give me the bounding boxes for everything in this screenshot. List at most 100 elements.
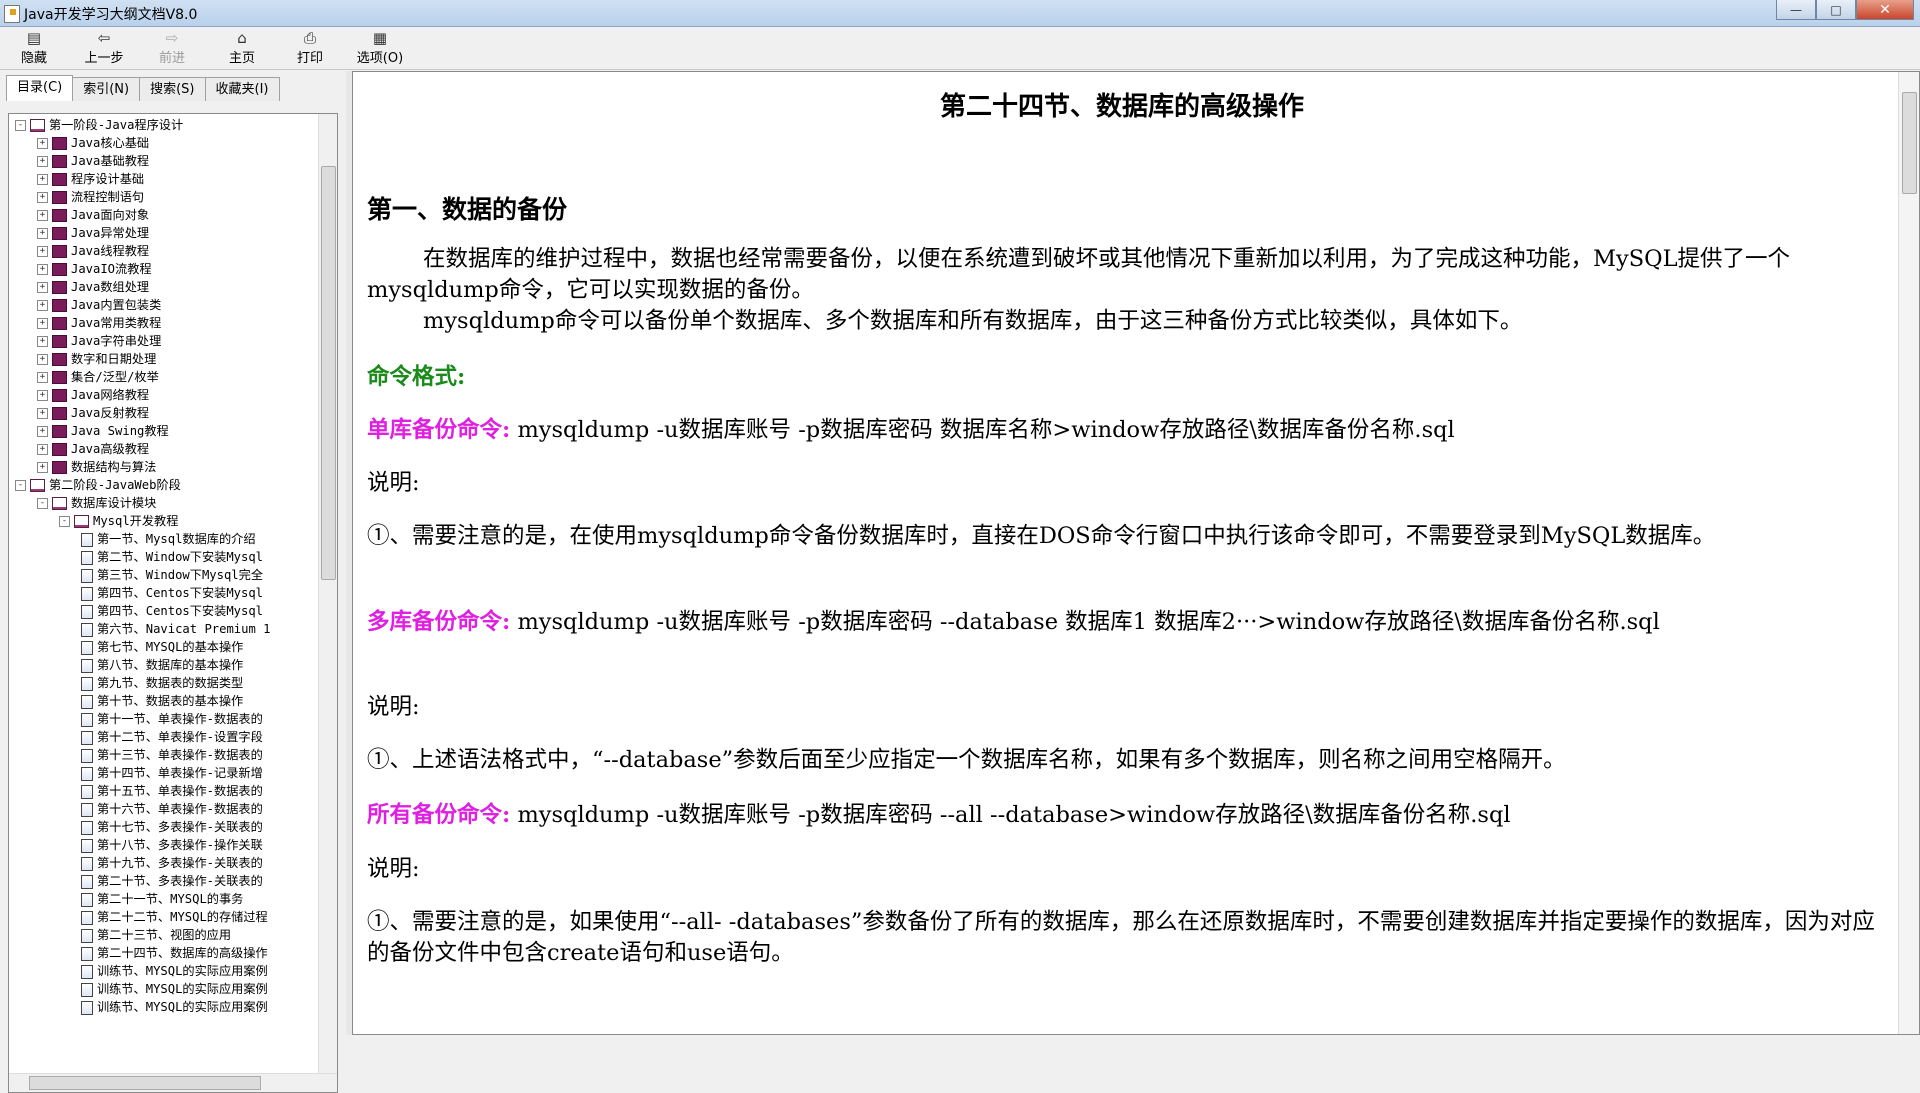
tree-item[interactable]: - 数据库设计模块 bbox=[9, 494, 319, 512]
tree-item[interactable]: + 流程控制语句 bbox=[9, 188, 319, 206]
tree-item[interactable]: + Java高级教程 bbox=[9, 440, 319, 458]
content-scroll-thumb[interactable] bbox=[1902, 92, 1917, 194]
expand-icon[interactable]: + bbox=[37, 444, 48, 455]
minimize-button[interactable]: — bbox=[1776, 0, 1816, 20]
tree-item[interactable]: + Java常用类教程 bbox=[9, 314, 319, 332]
tree-item[interactable]: 第四节、Centos下安装Mysql bbox=[9, 602, 319, 620]
tree-item[interactable]: 第二十三节、视图的应用 bbox=[9, 926, 319, 944]
page-icon bbox=[81, 694, 93, 709]
expand-icon[interactable]: + bbox=[37, 300, 48, 311]
tree-item[interactable]: 第二节、Window下安装Mysql bbox=[9, 548, 319, 566]
tree-item[interactable]: + Java线程教程 bbox=[9, 242, 319, 260]
expand-icon[interactable]: + bbox=[37, 372, 48, 383]
collapse-icon[interactable]: - bbox=[37, 498, 48, 509]
expand-icon[interactable]: + bbox=[37, 408, 48, 419]
tree-vertical-scrollbar[interactable] bbox=[318, 114, 337, 1092]
print-button[interactable]: ⎙ 打印 bbox=[278, 29, 342, 67]
tree-hscroll-thumb[interactable] bbox=[29, 1076, 261, 1090]
tree-item[interactable]: 第二十节、多表操作-关联表的 bbox=[9, 872, 319, 890]
tree-item[interactable]: + Java异常处理 bbox=[9, 224, 319, 242]
home-button[interactable]: ⌂ 主页 bbox=[210, 29, 274, 67]
tree-item-label: 集合/泛型/枚举 bbox=[71, 370, 159, 384]
tree-item[interactable]: 第八节、数据库的基本操作 bbox=[9, 656, 319, 674]
tree-item[interactable]: + 集合/泛型/枚举 bbox=[9, 368, 319, 386]
options-button[interactable]: ▦ 选项(O) bbox=[348, 29, 412, 67]
tree-item[interactable]: 第二十四节、数据库的高级操作 bbox=[9, 944, 319, 962]
tree-item-label: 数字和日期处理 bbox=[71, 352, 157, 366]
tree-item[interactable]: 第十六节、单表操作-数据表的 bbox=[9, 800, 319, 818]
tree-item[interactable]: 第十二节、单表操作-设置字段 bbox=[9, 728, 319, 746]
expand-icon[interactable]: + bbox=[37, 174, 48, 185]
page-icon bbox=[81, 640, 93, 655]
expand-icon[interactable]: + bbox=[37, 282, 48, 293]
tree-item[interactable]: 第七节、MYSQL的基本操作 bbox=[9, 638, 319, 656]
hide-button[interactable]: ▤ 隐藏 bbox=[2, 29, 66, 67]
tab-contents[interactable]: 目录(C) bbox=[6, 75, 74, 101]
tree-item[interactable]: 第十节、数据表的基本操作 bbox=[9, 692, 319, 710]
forward-button[interactable]: ⇨ 前进 bbox=[140, 29, 204, 67]
tree-item[interactable]: 第三节、Window下Mysql完全 bbox=[9, 566, 319, 584]
tree-item[interactable]: 第十七节、多表操作-关联表的 bbox=[9, 818, 319, 836]
expand-icon[interactable]: + bbox=[37, 336, 48, 347]
back-button[interactable]: ⇦ 上一步 bbox=[72, 29, 136, 67]
tree-item[interactable]: 第六节、Navicat Premium 1 bbox=[9, 620, 319, 638]
tab-index[interactable]: 索引(N) bbox=[72, 77, 141, 101]
close-button[interactable]: ✕ bbox=[1856, 0, 1914, 20]
collapse-icon[interactable]: - bbox=[15, 120, 26, 131]
expand-icon[interactable]: + bbox=[37, 228, 48, 239]
expand-icon[interactable]: + bbox=[37, 354, 48, 365]
tree-item[interactable]: 第十八节、多表操作-操作关联 bbox=[9, 836, 319, 854]
tree-item[interactable]: + Java内置包装类 bbox=[9, 296, 319, 314]
tree-item[interactable]: 第十一节、单表操作-数据表的 bbox=[9, 710, 319, 728]
maximize-button[interactable]: □ bbox=[1816, 0, 1856, 20]
tab-favorites[interactable]: 收藏夹(I) bbox=[204, 77, 280, 101]
tab-search[interactable]: 搜索(S) bbox=[139, 77, 206, 101]
expand-icon[interactable]: + bbox=[37, 192, 48, 203]
tree-item[interactable]: - 第一阶段-Java程序设计 bbox=[9, 116, 319, 134]
expand-icon[interactable]: + bbox=[37, 246, 48, 257]
tree-item[interactable]: 第九节、数据表的数据类型 bbox=[9, 674, 319, 692]
page-icon bbox=[81, 658, 93, 673]
expand-icon[interactable]: + bbox=[37, 138, 48, 149]
tree-item[interactable]: + Java字符串处理 bbox=[9, 332, 319, 350]
tree-item[interactable]: + Java核心基础 bbox=[9, 134, 319, 152]
tree-item[interactable]: + Java数组处理 bbox=[9, 278, 319, 296]
tree-item[interactable]: 第十三节、单表操作-数据表的 bbox=[9, 746, 319, 764]
tree-item[interactable]: 第二十一节、MYSQL的事务 bbox=[9, 890, 319, 908]
expand-icon[interactable]: + bbox=[37, 426, 48, 437]
tree-item[interactable]: + JavaIO流教程 bbox=[9, 260, 319, 278]
forward-label: 前进 bbox=[158, 51, 185, 66]
tree-item[interactable]: 第十四节、单表操作-记录新增 bbox=[9, 764, 319, 782]
expand-icon[interactable]: + bbox=[37, 156, 48, 167]
expand-icon[interactable]: + bbox=[37, 390, 48, 401]
tree-item[interactable]: 第十九节、多表操作-关联表的 bbox=[9, 854, 319, 872]
tree-item[interactable]: + Java面向对象 bbox=[9, 206, 319, 224]
tree-item[interactable]: - Mysql开发教程 bbox=[9, 512, 319, 530]
tree-item[interactable]: - 第二阶段-JavaWeb阶段 bbox=[9, 476, 319, 494]
tree-horizontal-scrollbar[interactable] bbox=[9, 1073, 337, 1092]
tree-item[interactable]: 训练节、MYSQL的实际应用案例 bbox=[9, 998, 319, 1016]
expand-icon[interactable]: + bbox=[37, 462, 48, 473]
tree-item[interactable]: + 数据结构与算法 bbox=[9, 458, 319, 476]
page-icon bbox=[81, 532, 93, 547]
expand-icon[interactable]: + bbox=[37, 318, 48, 329]
expand-icon[interactable]: + bbox=[37, 264, 48, 275]
tree-item[interactable]: + Java Swing教程 bbox=[9, 422, 319, 440]
tree-item[interactable]: 第二十二节、MYSQL的存储过程 bbox=[9, 908, 319, 926]
tree-scroll-thumb[interactable] bbox=[321, 166, 336, 580]
tree-item[interactable]: + Java网络教程 bbox=[9, 386, 319, 404]
tree-item[interactable]: 训练节、MYSQL的实际应用案例 bbox=[9, 980, 319, 998]
tree-item[interactable]: 第四节、Centos下安装Mysql bbox=[9, 584, 319, 602]
tree-item[interactable]: + 程序设计基础 bbox=[9, 170, 319, 188]
tree-item[interactable]: 训练节、MYSQL的实际应用案例 bbox=[9, 962, 319, 980]
collapse-icon[interactable]: - bbox=[15, 480, 26, 491]
tree-item[interactable]: + Java基础教程 bbox=[9, 152, 319, 170]
tree-item[interactable]: + Java反射教程 bbox=[9, 404, 319, 422]
content-vertical-scrollbar[interactable] bbox=[1898, 72, 1919, 1034]
tree-item[interactable]: 第十五节、单表操作-数据表的 bbox=[9, 782, 319, 800]
printer-icon: ⎙ bbox=[303, 29, 316, 47]
collapse-icon[interactable]: - bbox=[59, 516, 70, 527]
tree-item[interactable]: 第一节、Mysql数据库的介绍 bbox=[9, 530, 319, 548]
tree-item[interactable]: + 数字和日期处理 bbox=[9, 350, 319, 368]
expand-icon[interactable]: + bbox=[37, 210, 48, 221]
